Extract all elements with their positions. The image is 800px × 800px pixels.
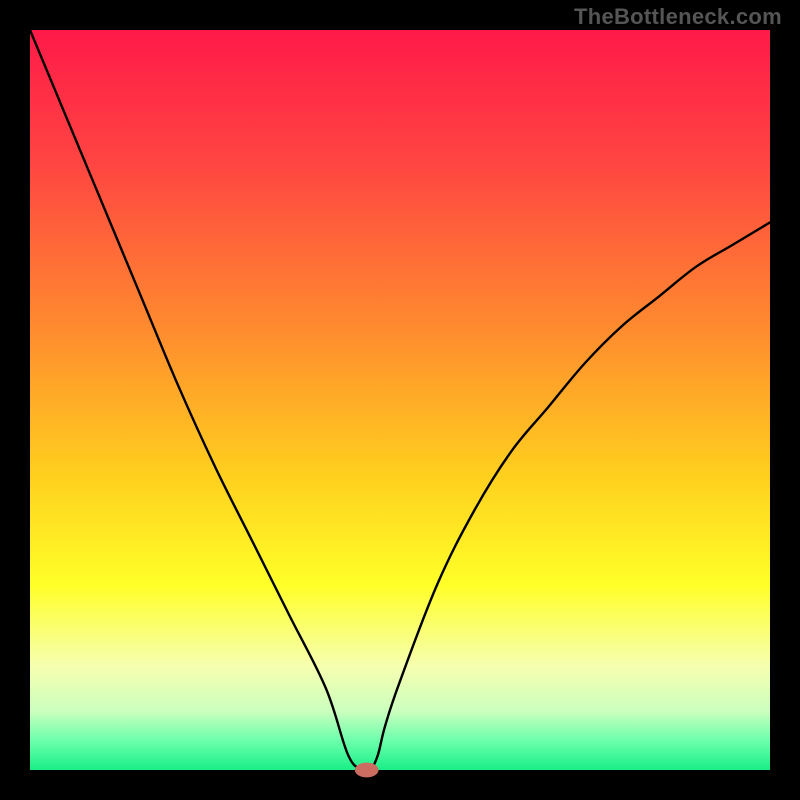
plot-background <box>30 30 770 770</box>
chart-frame: { "watermark": "TheBottleneck.com", "cha… <box>0 0 800 800</box>
bottleneck-chart <box>0 0 800 800</box>
optimum-marker <box>355 763 379 778</box>
